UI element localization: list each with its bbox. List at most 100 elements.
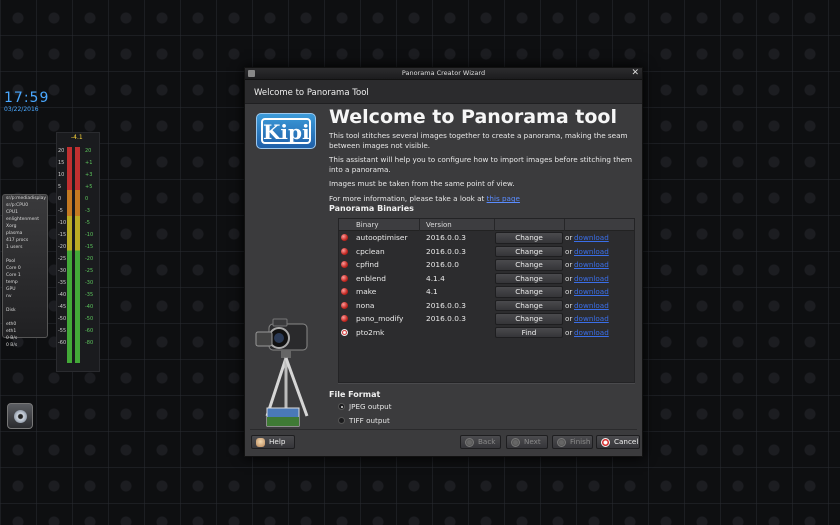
finish-button-label: Finish xyxy=(570,437,591,446)
or-text: or xyxy=(565,287,573,296)
back-icon xyxy=(465,438,474,447)
download-link[interactable]: download xyxy=(574,274,609,283)
cd-drive-icon[interactable] xyxy=(7,403,33,429)
change-button[interactable]: Change xyxy=(495,245,563,257)
find-button[interactable]: Find xyxy=(495,326,563,338)
table-row: nona 2016.0.0.3 Change or download xyxy=(339,299,634,313)
or-text: or xyxy=(565,327,573,337)
desktop-date: 03/22/2016 xyxy=(4,106,39,113)
table-row: cpclean 2016.0.0.3 Change or download xyxy=(339,245,634,259)
vu-scale-tick: -5 xyxy=(85,220,90,226)
vu-scale-tick: +3 xyxy=(85,172,93,178)
vu-scale-tick: -20 xyxy=(85,256,94,262)
vu-scale-tick: -10 xyxy=(85,232,94,238)
back-button[interactable]: Back xyxy=(460,435,501,449)
vu-scale-tick: -50 xyxy=(58,316,67,322)
page-header: Welcome to Panorama Tool xyxy=(245,80,642,104)
download-link[interactable]: download xyxy=(574,314,609,323)
kipi-logo: Kipi xyxy=(256,113,316,149)
table-body: autooptimiser 2016.0.0.3 Change or download c… xyxy=(339,231,634,339)
download-link[interactable]: download xyxy=(574,247,609,256)
sysmon-line: 1 users xyxy=(6,245,23,250)
cancel-button-label: Cancel xyxy=(614,437,639,446)
sysmon-line: eth1 xyxy=(6,329,17,334)
sysmon-line: nv xyxy=(6,294,12,299)
change-button[interactable]: Change xyxy=(495,299,563,311)
status-found-icon xyxy=(341,261,348,268)
status-found-icon xyxy=(341,315,348,322)
binary-name: cpfind xyxy=(356,260,379,269)
help-icon xyxy=(256,438,265,447)
column-separator xyxy=(419,219,420,231)
radio-tiff-label[interactable]: TIFF output xyxy=(349,416,390,425)
change-button[interactable]: Change xyxy=(495,272,563,284)
footer-separator xyxy=(250,429,637,430)
vu-scale-tick: -20 xyxy=(58,244,67,250)
radio-tiff-indicator[interactable] xyxy=(338,417,345,424)
sysmon-line: sr/p:CPU0 xyxy=(6,203,29,208)
status-missing-icon xyxy=(341,328,348,336)
radio-jpeg-label[interactable]: JPEG output xyxy=(349,402,392,411)
download-link[interactable]: download xyxy=(574,287,609,296)
main-title: Welcome to Panorama tool xyxy=(329,106,617,128)
radio-jpeg-indicator[interactable] xyxy=(338,403,345,410)
status-found-icon xyxy=(341,234,348,241)
title-bar[interactable]: Panorama Creator Wizard ✕ xyxy=(245,68,642,80)
next-button[interactable]: Next xyxy=(506,435,548,449)
vu-meter-widget: -4.1 20 15 10 5 0 -5 -10 -15 -20 -25 -30 -35 -40 -45-… xyxy=(56,132,100,372)
vu-scale-tick: -15 xyxy=(85,244,94,250)
change-button[interactable]: Change xyxy=(495,313,563,325)
binary-name: pto2mk xyxy=(356,327,385,337)
vu-bar-left xyxy=(67,147,72,363)
status-found-icon xyxy=(341,288,348,295)
sysmon-line: CPU1 xyxy=(6,210,19,215)
finish-icon xyxy=(557,438,566,447)
sysmon-line: 0 B/s xyxy=(6,343,18,348)
this-page-link[interactable]: this page xyxy=(487,194,520,203)
help-button[interactable]: Help xyxy=(251,435,295,449)
cancel-button[interactable]: Cancel xyxy=(596,435,640,449)
binary-version: 2016.0.0.3 xyxy=(426,300,466,310)
status-found-icon xyxy=(341,247,348,255)
vu-scale-tick: -40 xyxy=(58,292,67,298)
change-button[interactable]: Change xyxy=(495,286,563,298)
sysmon-line: sr/p:mediadisplay xyxy=(6,196,47,201)
binary-version: 2016.0.0.3 xyxy=(426,233,466,242)
intro-paragraph-2: This assistant will help you to configur… xyxy=(329,155,633,174)
column-separator xyxy=(494,219,495,231)
vu-scale-tick: -10 xyxy=(58,220,67,226)
binary-name: pano_modify xyxy=(356,314,404,323)
binary-name: nona xyxy=(356,300,375,310)
table-row: pto2mk Find or download xyxy=(339,326,634,340)
change-button[interactable]: Change xyxy=(495,232,563,244)
vu-scale-tick: 15 xyxy=(58,160,65,166)
download-link[interactable]: download xyxy=(574,233,609,242)
panorama-wizard-window: Panorama Creator Wizard ✕ Welcome to Pan… xyxy=(244,67,643,457)
finish-button[interactable]: Finish xyxy=(552,435,593,449)
vu-scale-tick: -25 xyxy=(58,256,67,262)
vu-scale-tick: 0 xyxy=(85,196,89,202)
vu-scale-tick: -80 xyxy=(85,340,94,346)
vu-top-readout: -4.1 xyxy=(71,134,83,141)
page-header-title: Welcome to Panorama Tool xyxy=(254,88,369,98)
or-text: or xyxy=(565,314,573,323)
download-link[interactable]: download xyxy=(574,260,609,269)
system-monitor-widget: sr/p:mediadisplay sr/p:CPU0 CPU1 enlightenm… xyxy=(2,194,48,348)
download-link[interactable]: download xyxy=(574,328,609,337)
change-button[interactable]: Change xyxy=(495,259,563,271)
table-bottom-line xyxy=(338,383,635,384)
vu-bar-right xyxy=(75,147,80,363)
back-button-label: Back xyxy=(478,437,496,446)
table-header: Binary Version xyxy=(339,219,634,231)
sysmon-line: Core 1 xyxy=(6,273,21,278)
binaries-table: Binary Version autooptimiser 2016.0.0.3 Ch… xyxy=(338,218,635,383)
close-icon[interactable]: ✕ xyxy=(631,68,639,78)
download-link[interactable]: download xyxy=(574,301,609,310)
binary-version: 2016.0.0.3 xyxy=(426,246,466,256)
vu-scale-tick: -45 xyxy=(58,304,67,310)
intro-paragraph-3: Images must be taken from the same point… xyxy=(329,179,515,188)
sysmon-line: Disk xyxy=(6,308,16,313)
vu-scale-tick: 20 xyxy=(58,148,65,154)
vu-scale-tick: -15 xyxy=(58,232,67,238)
sysmon-line: plasma xyxy=(6,231,23,236)
